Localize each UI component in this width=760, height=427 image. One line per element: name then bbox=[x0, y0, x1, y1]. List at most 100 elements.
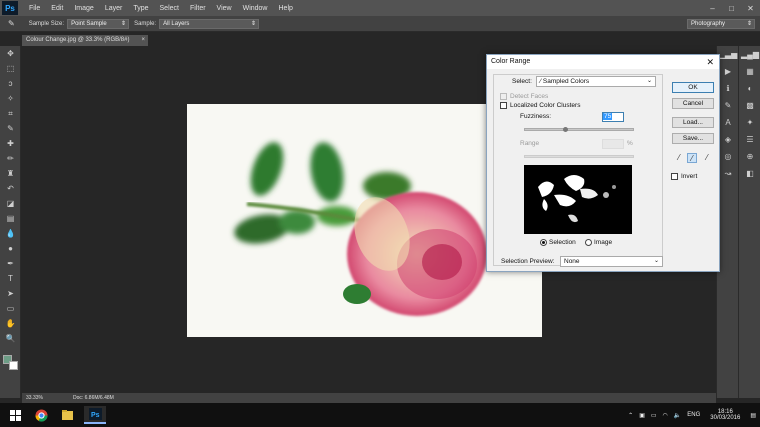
menu-view[interactable]: View bbox=[217, 5, 232, 12]
menu-image[interactable]: Image bbox=[74, 5, 93, 12]
sample-select[interactable]: All Layers bbox=[159, 18, 260, 29]
volume-icon[interactable]: 🔈 bbox=[674, 412, 681, 419]
zoom-tool-icon[interactable]: 🔍 bbox=[0, 331, 21, 346]
image-radio[interactable] bbox=[585, 239, 592, 246]
eyedropper-tool-icon[interactable]: ✎ bbox=[8, 19, 15, 28]
chrome-icon[interactable] bbox=[30, 406, 52, 424]
adjustments-icon[interactable]: ◐ bbox=[739, 80, 760, 97]
gradient-tool-icon[interactable]: ▤ bbox=[0, 211, 21, 226]
dodge-tool-icon[interactable]: ● bbox=[0, 241, 21, 256]
options-bar: ✎ Sample Size: Point Sample Sample: All … bbox=[0, 16, 760, 32]
layers-icon[interactable]: ◈ bbox=[717, 131, 739, 148]
styles-icon[interactable]: ✦ bbox=[739, 114, 760, 131]
crop-tool-icon[interactable]: ⌗ bbox=[0, 106, 21, 121]
action-center-icon[interactable]: ▤ bbox=[750, 412, 756, 419]
save-button[interactable]: Save... bbox=[672, 133, 714, 144]
sample-size-select[interactable]: Point Sample bbox=[67, 18, 130, 29]
notification-icon[interactable]: ▣ bbox=[639, 412, 645, 419]
windows-start-icon[interactable] bbox=[4, 406, 26, 424]
swatches-icon[interactable]: ▩ bbox=[739, 97, 760, 114]
range-input[interactable] bbox=[602, 139, 624, 149]
menu-help[interactable]: Help bbox=[279, 5, 293, 12]
tools-panel: ✥ ⬚ ↄ ✧ ⌗ ✎ ✚ ✏ ♜ ↶ ◪ ▤ 💧 ● ✒ T ➤ ▭ ✋ 🔍 bbox=[0, 46, 21, 398]
menu-bar: Ps File Edit Image Layer Type Select Fil… bbox=[0, 0, 760, 16]
histogram-icon[interactable]: ▁▃▅ bbox=[717, 46, 739, 63]
clock-date: 30/03/2016 bbox=[710, 415, 741, 421]
actions-icon[interactable]: ◧ bbox=[739, 165, 760, 182]
menu-window[interactable]: Window bbox=[243, 5, 268, 12]
close-window-button[interactable]: ✕ bbox=[741, 0, 760, 16]
zoom-level[interactable]: 33.33% bbox=[26, 395, 43, 401]
detect-faces-checkbox[interactable] bbox=[500, 93, 507, 100]
file-explorer-icon[interactable] bbox=[56, 406, 78, 424]
system-tray: ⌃ ▣ ▭ ◠ 🔈 ENG 18:16 30/03/2016 ▤ bbox=[628, 403, 756, 427]
history-brush-icon[interactable]: ↶ bbox=[0, 181, 21, 196]
menu-edit[interactable]: Edit bbox=[51, 5, 63, 12]
chevron-up-icon[interactable]: ⌃ bbox=[628, 412, 633, 419]
path-select-icon[interactable]: ➤ bbox=[0, 286, 21, 301]
sample-label: Sample: bbox=[134, 20, 157, 27]
pen-tool-icon[interactable]: ✒ bbox=[0, 256, 21, 271]
workspace-select[interactable]: Photography bbox=[687, 19, 755, 29]
brush-tool-icon[interactable]: ✏ bbox=[0, 151, 21, 166]
image-radio-label: Image bbox=[594, 239, 613, 246]
libraries-icon[interactable]: ⊕ bbox=[739, 148, 760, 165]
select-dropdown[interactable]: ⁄ Sampled Colors ⌄ bbox=[536, 76, 656, 87]
language-indicator[interactable]: ENG bbox=[687, 412, 700, 418]
brush-settings-icon[interactable]: ✎ bbox=[717, 97, 739, 114]
range-label: Range bbox=[520, 140, 540, 147]
play-icon[interactable]: ▶ bbox=[717, 63, 739, 80]
eraser-tool-icon[interactable]: ◪ bbox=[0, 196, 21, 211]
clock[interactable]: 18:16 30/03/2016 bbox=[710, 409, 740, 421]
windows-taskbar: Ps ⌃ ▣ ▭ ◠ 🔈 ENG 18:16 30/03/2016 ▤ bbox=[0, 403, 760, 427]
character-icon[interactable]: A bbox=[717, 114, 739, 131]
document-tab[interactable]: Colour Change.jpg @ 33.3% (RGB/8#) × bbox=[22, 35, 148, 46]
shape-tool-icon[interactable]: ▭ bbox=[0, 301, 21, 316]
paths-icon[interactable]: ↝ bbox=[717, 165, 739, 182]
load-button[interactable]: Load... bbox=[672, 117, 714, 128]
menu-filter[interactable]: Filter bbox=[190, 5, 206, 12]
healing-brush-icon[interactable]: ✚ bbox=[0, 136, 21, 151]
dialog-close-button[interactable]: ✕ bbox=[706, 55, 714, 69]
properties-icon[interactable]: ☰ bbox=[739, 131, 760, 148]
move-tool-icon[interactable]: ✥ bbox=[0, 46, 21, 61]
mask-preview bbox=[524, 165, 632, 234]
eyedropper-icon[interactable]: ✎ bbox=[0, 121, 21, 136]
localized-clusters-checkbox[interactable] bbox=[500, 102, 507, 109]
subtract-from-sample-eyedropper-icon[interactable]: ⁄ bbox=[702, 153, 712, 163]
maximize-button[interactable]: □ bbox=[722, 0, 741, 16]
cancel-button[interactable]: Cancel bbox=[672, 98, 714, 109]
blur-tool-icon[interactable]: 💧 bbox=[0, 226, 21, 241]
menu-file[interactable]: File bbox=[29, 5, 40, 12]
range-slider[interactable] bbox=[524, 155, 634, 158]
quick-select-tool-icon[interactable]: ✧ bbox=[0, 91, 21, 106]
minimize-button[interactable]: – bbox=[703, 0, 722, 16]
ok-button[interactable]: OK bbox=[672, 82, 714, 93]
menu-layer[interactable]: Layer bbox=[105, 5, 123, 12]
background-color-swatch[interactable] bbox=[9, 361, 18, 370]
type-tool-icon[interactable]: T bbox=[0, 271, 21, 286]
dialog-title: Color Range bbox=[491, 58, 531, 65]
fuzziness-input[interactable]: 75 bbox=[602, 112, 624, 122]
fuzziness-slider[interactable] bbox=[524, 128, 634, 131]
menu-select[interactable]: Select bbox=[160, 5, 179, 12]
histogram-panel-icon[interactable]: ▂▄▆ bbox=[739, 46, 760, 63]
clone-stamp-icon[interactable]: ♜ bbox=[0, 166, 21, 181]
navigator-icon[interactable]: ▦ bbox=[739, 63, 760, 80]
info-icon[interactable]: ℹ bbox=[717, 80, 739, 97]
invert-checkbox[interactable] bbox=[671, 173, 678, 180]
selection-radio[interactable] bbox=[540, 239, 547, 246]
select-label: Select: bbox=[512, 78, 532, 85]
photoshop-taskbar-icon[interactable]: Ps bbox=[84, 406, 106, 424]
marquee-tool-icon[interactable]: ⬚ bbox=[0, 61, 21, 76]
wifi-icon[interactable]: ◠ bbox=[663, 412, 668, 419]
menu-type[interactable]: Type bbox=[133, 5, 148, 12]
hand-tool-icon[interactable]: ✋ bbox=[0, 316, 21, 331]
selection-preview-select[interactable]: None ⌄ bbox=[560, 256, 663, 267]
lasso-tool-icon[interactable]: ↄ bbox=[0, 76, 21, 91]
close-tab-icon[interactable]: × bbox=[141, 35, 145, 46]
channels-icon[interactable]: ◎ bbox=[717, 148, 739, 165]
battery-icon[interactable]: ▭ bbox=[651, 412, 657, 419]
eyedropper-icon[interactable]: ⁄ bbox=[674, 153, 684, 163]
add-to-sample-eyedropper-icon[interactable]: ⁄ bbox=[687, 153, 697, 163]
